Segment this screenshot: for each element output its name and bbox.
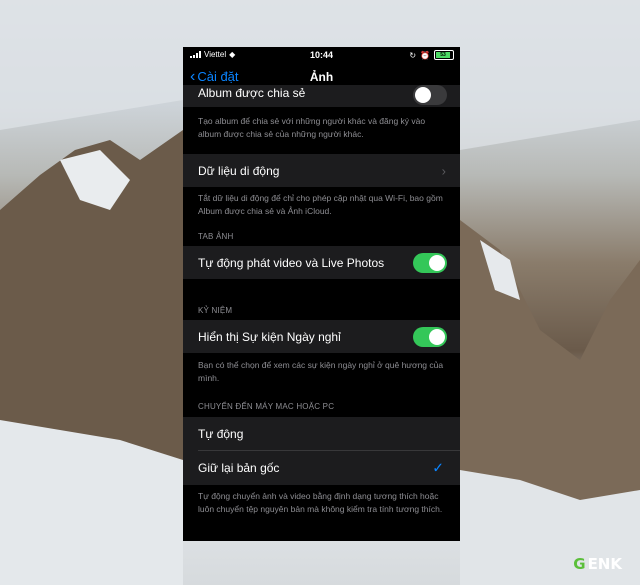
holiday-events-row[interactable]: Hiển thị Sự kiện Ngày nghỉ — [183, 320, 460, 353]
alarm-icon: ⏰ — [420, 50, 430, 60]
orientation-lock-icon: ↻ — [409, 50, 417, 60]
cellular-data-row[interactable]: Dữ liệu di động › — [183, 154, 460, 187]
transfer-header: CHUYỂN ĐẾN MÁY MAC HOẶC PC — [198, 402, 335, 411]
holiday-events-toggle[interactable] — [413, 326, 447, 347]
transfer-footer: Tự động chuyển ảnh và video bằng định dạ… — [198, 491, 443, 514]
autoplay-toggle[interactable] — [413, 252, 447, 273]
page-title: Ảnh — [309, 70, 334, 84]
transfer-option-label: Giữ lại bản gốc — [198, 461, 280, 475]
autoplay-row[interactable]: Tự động phát video và Live Photos — [183, 246, 460, 279]
shared-album-toggle[interactable] — [413, 85, 447, 105]
shared-album-footer: Tạo album để chia sẻ với những người khá… — [198, 116, 426, 139]
transfer-option-automatic[interactable]: Tự động — [183, 417, 460, 451]
chevron-right-icon: › — [441, 163, 446, 178]
transfer-option-keep-originals[interactable]: Giữ lại bản gốc ✓ — [183, 451, 460, 485]
genk-logo-g: G — [573, 555, 586, 573]
checkmark-icon: ✓ — [432, 459, 444, 476]
holiday-events-label: Hiển thị Sự kiện Ngày nghỉ — [198, 329, 341, 344]
battery-icon: 53 — [434, 50, 454, 60]
photos-tab-header: TAB ẢNH — [198, 232, 234, 241]
genk-logo: G ENK — [573, 555, 622, 573]
transfer-option-label: Tự động — [198, 427, 244, 441]
status-right: ↻ ⏰ 53 — [409, 50, 454, 60]
phone-screen: Viettel ◆ 10:44 ↻ ⏰ 53 ‹ Cài đặt Ảnh Alb… — [183, 47, 460, 541]
autoplay-label: Tự động phát video và Live Photos — [198, 255, 385, 270]
genk-logo-rest: ENK — [587, 555, 622, 573]
cellular-data-label: Dữ liệu di động — [198, 163, 280, 178]
status-bar: Viettel ◆ 10:44 ↻ ⏰ 53 — [183, 47, 460, 64]
memories-header: KỶ NIỆM — [198, 306, 233, 315]
holiday-events-footer: Bạn có thể chọn để xem các sự kiện ngày … — [198, 360, 444, 383]
cellular-data-footer: Tắt dữ liệu di động để chỉ cho phép cập … — [198, 193, 443, 216]
shared-album-row[interactable]: Album được chia sẻ — [183, 85, 460, 107]
shared-album-label: Album được chia sẻ — [198, 86, 306, 100]
